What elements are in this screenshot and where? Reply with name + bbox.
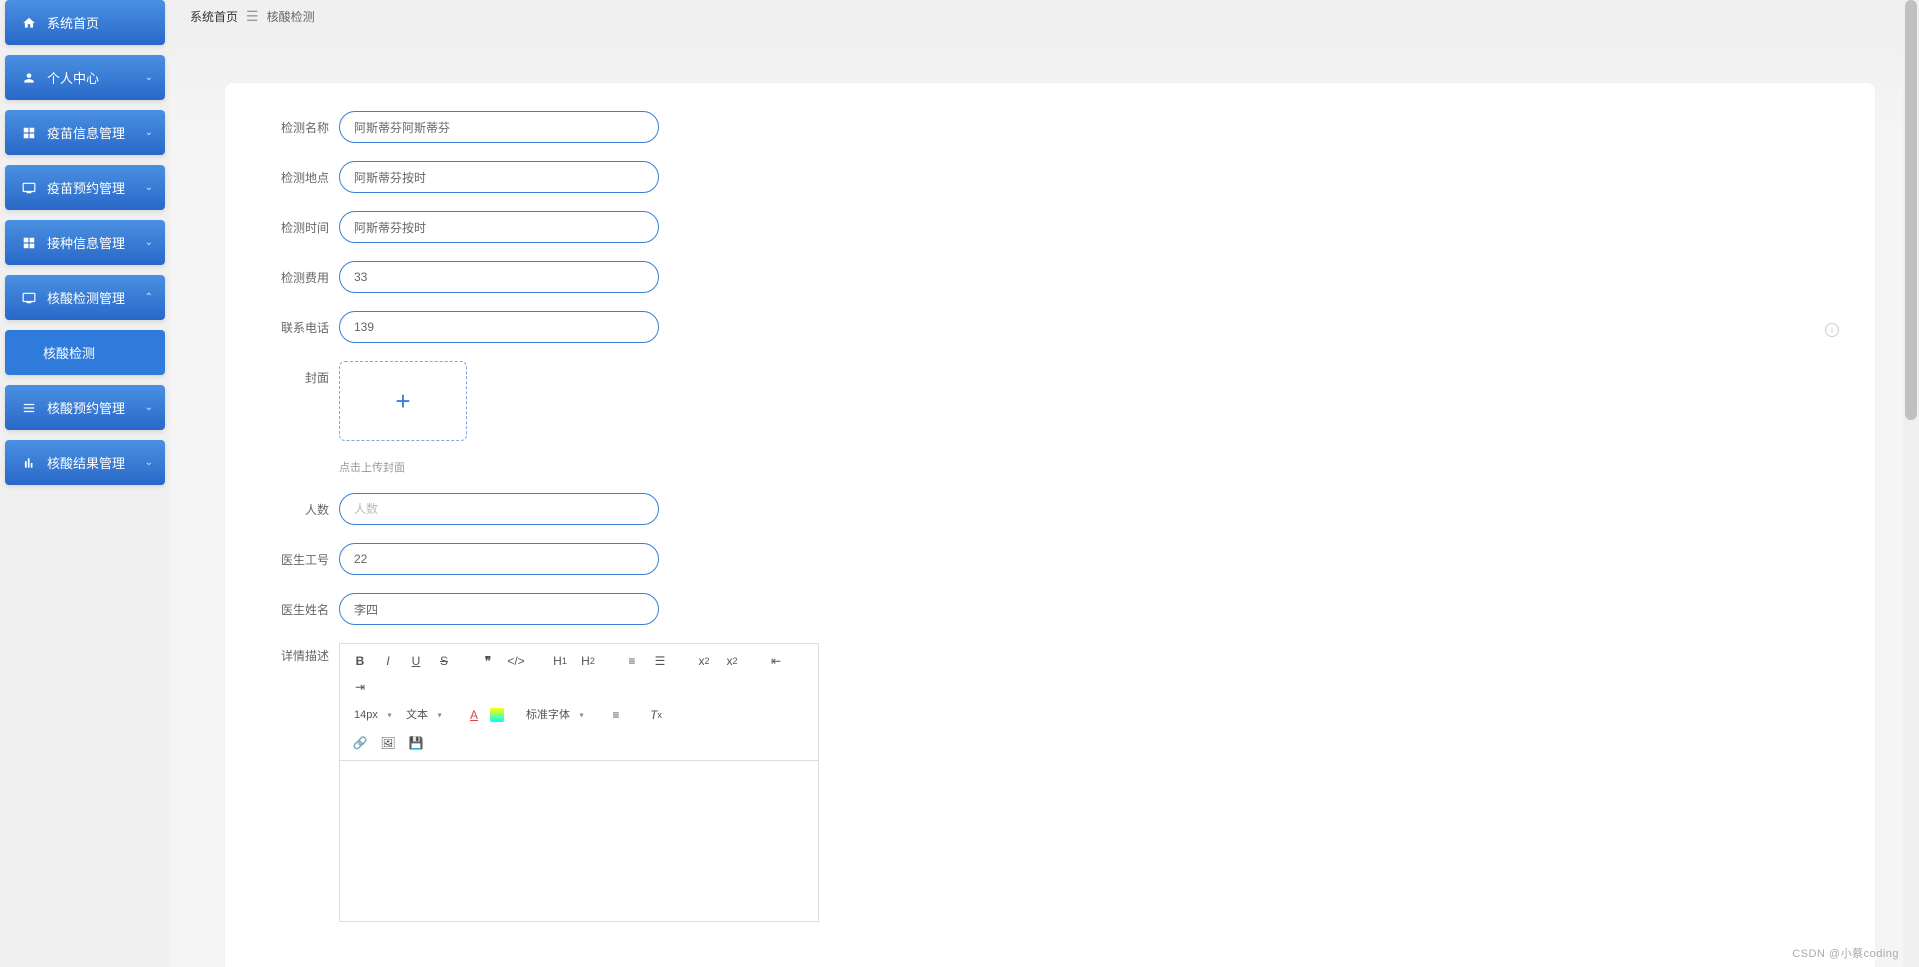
input-cost[interactable]: [339, 261, 659, 293]
breadcrumb-sep-icon: ☰: [246, 8, 259, 25]
sub-icon[interactable]: x2: [692, 650, 716, 672]
input-docid[interactable]: [339, 543, 659, 575]
fontfamily-select[interactable]: 标准字体: [520, 704, 588, 726]
sidebar-item-label: 核酸预约管理: [47, 398, 125, 417]
info-icon[interactable]: i: [1825, 323, 1839, 337]
sidebar-item-4[interactable]: 接种信息管理 ⌄: [5, 220, 165, 265]
sidebar-item-label: 核酸结果管理: [47, 453, 125, 472]
monitor-icon: [21, 290, 37, 306]
blocktype-select[interactable]: 文本: [400, 704, 446, 726]
breadcrumb-current: 核酸检测: [267, 8, 315, 25]
chevron-icon: ⌄: [145, 127, 153, 138]
user-icon: [21, 70, 37, 86]
sidebar-item-5[interactable]: 核酸检测管理 ⌃: [5, 275, 165, 320]
watermark: CSDN @小蔡coding: [1792, 945, 1899, 961]
grid-icon: [21, 235, 37, 251]
sidebar-item-label: 核酸检测管理: [47, 288, 125, 307]
label-docname: 医生姓名: [265, 601, 329, 618]
breadcrumb-home[interactable]: 系统首页: [190, 8, 238, 25]
sup-icon[interactable]: x2: [720, 650, 744, 672]
sidebar-item-0[interactable]: 系统首页: [5, 0, 165, 45]
label-time: 检测时间: [265, 219, 329, 236]
sidebar-item-8[interactable]: 核酸结果管理 ⌄: [5, 440, 165, 485]
outdent-icon[interactable]: ⇥: [348, 676, 372, 698]
underline-icon[interactable]: U: [404, 650, 428, 672]
chevron-icon: ⌃: [145, 292, 153, 303]
quote-icon[interactable]: ❞: [476, 650, 500, 672]
sidebar-item-label: 疫苗预约管理: [47, 178, 125, 197]
label-place: 检测地点: [265, 169, 329, 186]
chevron-icon: ⌄: [145, 72, 153, 83]
input-place[interactable]: [339, 161, 659, 193]
editor-body[interactable]: [340, 761, 818, 921]
ol-icon[interactable]: ≡: [620, 650, 644, 672]
upload-cover[interactable]: +: [339, 361, 467, 441]
label-name: 检测名称: [265, 119, 329, 136]
indent-icon[interactable]: ⇤: [764, 650, 788, 672]
image-icon[interactable]: 🖼: [376, 732, 400, 754]
scrollbar[interactable]: [1903, 0, 1919, 967]
sidebar-item-3[interactable]: 疫苗预约管理 ⌄: [5, 165, 165, 210]
code-icon[interactable]: </>: [504, 650, 528, 672]
fontsize-select[interactable]: 14px: [348, 704, 396, 726]
sidebar-item-label: 个人中心: [47, 68, 99, 87]
textcolor-icon[interactable]: A: [462, 704, 486, 726]
chevron-icon: ⌄: [145, 402, 153, 413]
bold-icon[interactable]: B: [348, 650, 372, 672]
list-icon: [21, 400, 37, 416]
home-icon: [21, 15, 37, 31]
input-time[interactable]: [339, 211, 659, 243]
sidebar-item-7[interactable]: 核酸预约管理 ⌄: [5, 385, 165, 430]
input-name[interactable]: [339, 111, 659, 143]
plus-icon: +: [395, 386, 410, 417]
bgcolor-icon[interactable]: [490, 708, 504, 722]
input-phone[interactable]: [339, 311, 659, 343]
link-icon[interactable]: 🔗: [348, 732, 372, 754]
label-desc: 详情描述: [265, 643, 329, 664]
input-docname[interactable]: [339, 593, 659, 625]
sidebar-item-label: 系统首页: [47, 13, 99, 32]
sidebar-item-label: 接种信息管理: [47, 233, 125, 252]
save-icon[interactable]: 💾: [404, 732, 428, 754]
editor-toolbar: B I U S ❞ </> H1 H2 ≡: [340, 644, 818, 761]
chevron-icon: ⌄: [145, 237, 153, 248]
label-count: 人数: [265, 501, 329, 518]
sidebar: 系统首页个人中心⌄疫苗信息管理⌄疫苗预约管理⌄接种信息管理⌄核酸检测管理⌃核酸检…: [0, 0, 170, 967]
sidebar-item-6[interactable]: 核酸检测: [5, 330, 165, 375]
sidebar-item-2[interactable]: 疫苗信息管理 ⌄: [5, 110, 165, 155]
scrollbar-thumb[interactable]: [1905, 0, 1917, 420]
sidebar-item-1[interactable]: 个人中心 ⌄: [5, 55, 165, 100]
label-phone: 联系电话: [265, 319, 329, 336]
label-docid: 医生工号: [265, 551, 329, 568]
strike-icon[interactable]: S: [432, 650, 456, 672]
monitor-icon: [21, 180, 37, 196]
upload-hint: 点击上传封面: [339, 459, 659, 475]
grid-icon: [21, 125, 37, 141]
sidebar-item-label: 核酸检测: [43, 343, 95, 362]
label-cover: 封面: [265, 361, 329, 386]
rich-editor: B I U S ❞ </> H1 H2 ≡: [339, 643, 819, 922]
ul-icon[interactable]: ☰: [648, 650, 672, 672]
breadcrumb: 系统首页 ☰ 核酸检测: [170, 0, 1903, 33]
input-count[interactable]: [339, 493, 659, 525]
italic-icon[interactable]: I: [376, 650, 400, 672]
label-cost: 检测费用: [265, 269, 329, 286]
form-panel: 检测名称 检测地点 检测时间 检测费用 联系电话: [225, 83, 1875, 967]
h1-icon[interactable]: H1: [548, 650, 572, 672]
chart-icon: [21, 455, 37, 471]
chevron-icon: ⌄: [145, 182, 153, 193]
h2-icon[interactable]: H2: [576, 650, 600, 672]
chevron-icon: ⌄: [145, 457, 153, 468]
clearformat-icon[interactable]: Tx: [644, 704, 668, 726]
align-icon[interactable]: ≡: [604, 704, 628, 726]
sidebar-item-label: 疫苗信息管理: [47, 123, 125, 142]
